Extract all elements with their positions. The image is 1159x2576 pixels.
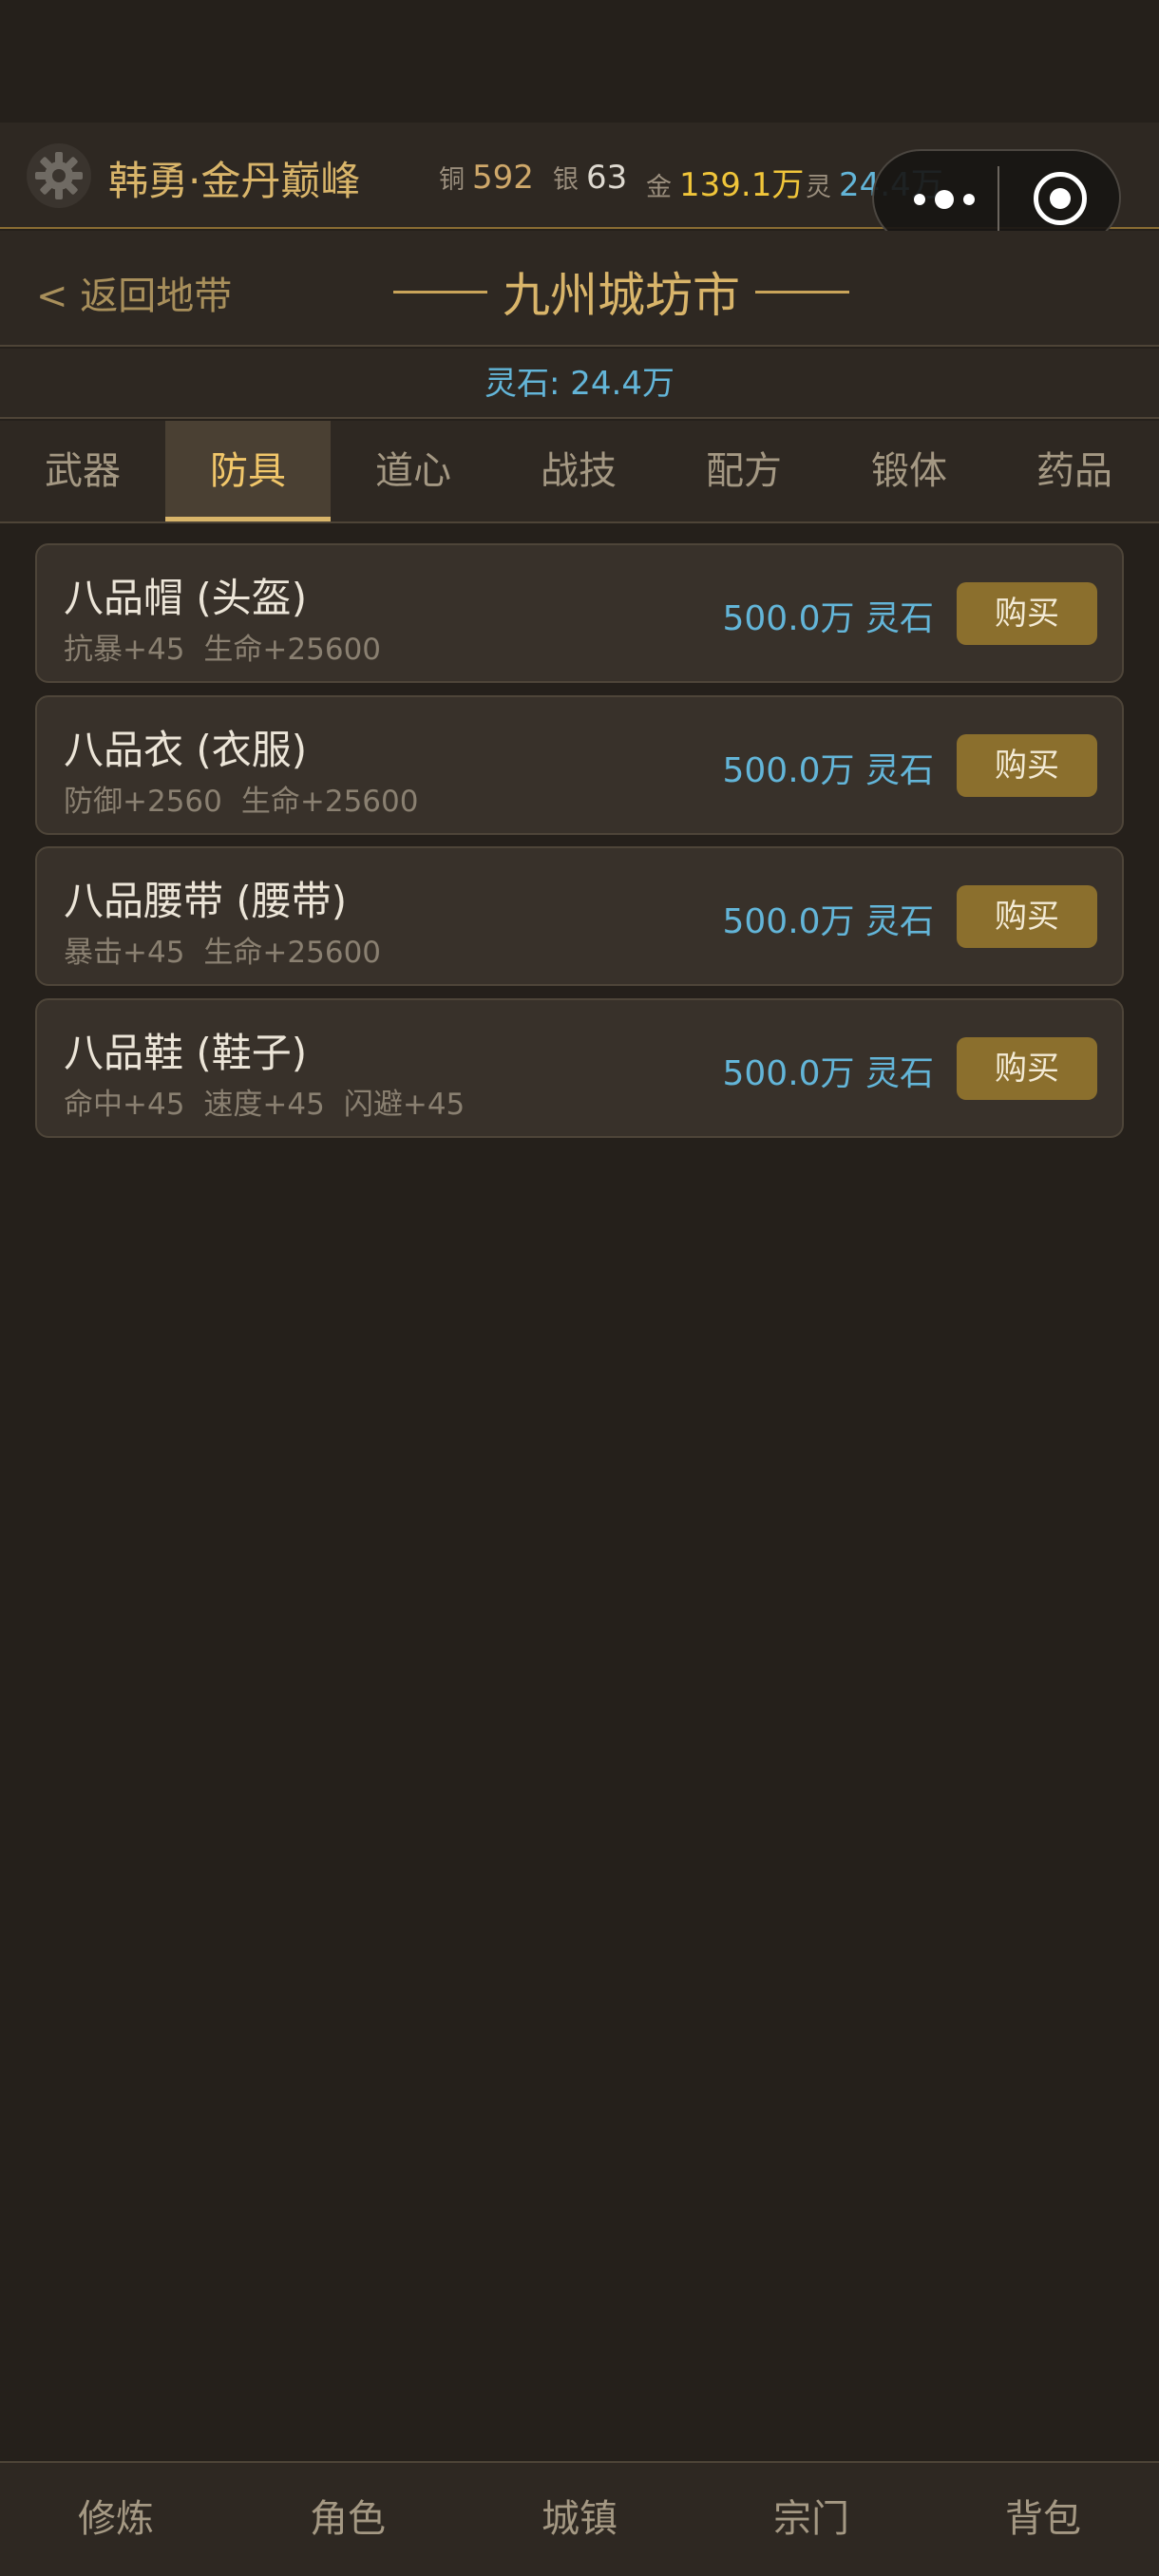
item-stat: 防御+2560	[64, 785, 222, 819]
nav-backpack[interactable]: 背包	[927, 2463, 1159, 2576]
buy-button[interactable]: 购买	[957, 885, 1097, 948]
back-button[interactable]: < 返回地带	[36, 265, 232, 320]
item-price: 500.0万 灵石	[722, 902, 934, 941]
item-stat: 闪避+45	[343, 1088, 466, 1122]
item-stats: 命中+45 速度+45 闪避+45	[64, 1080, 484, 1123]
tab-body-forging[interactable]: 锻体	[826, 421, 992, 521]
more-dots-icon[interactable]	[908, 183, 980, 216]
tab-dao-heart[interactable]: 道心	[331, 421, 496, 521]
shop-item-clothes: 八品衣 (衣服) 防御+2560 生命+25600 500.0万 灵石 购买	[35, 695, 1124, 835]
item-price: 500.0万 灵石	[722, 751, 934, 790]
tab-recipes[interactable]: 配方	[661, 421, 826, 521]
item-stat: 速度+45	[203, 1088, 325, 1122]
shop-title: 九州城坊市	[393, 257, 849, 326]
title-divider-right	[755, 290, 849, 294]
item-stat: 生命+25600	[203, 633, 382, 667]
item-stat: 命中+45	[64, 1088, 185, 1122]
item-name: 八品帽 (头盔)	[64, 575, 308, 621]
item-stat: 抗暴+45	[64, 633, 185, 667]
currency-copper: 铜 592	[439, 159, 534, 197]
item-stat: 生命+25600	[203, 936, 382, 970]
shop-item-helmet: 八品帽 (头盔) 抗暴+45 生命+25600 500.0万 灵石 购买	[35, 543, 1124, 683]
item-name: 八品衣 (衣服)	[64, 727, 308, 773]
player-name: 韩勇·金丹巅峰	[108, 158, 361, 204]
currency-value: 139.1万	[679, 166, 805, 204]
item-name: 八品腰带 (腰带)	[64, 878, 348, 924]
nav-town[interactable]: 城镇	[464, 2463, 695, 2576]
app-page: 韩勇·金丹巅峰 铜592 银63 金139.1万 灵24.4万 < 返回地带 九…	[0, 0, 1159, 2576]
currency-value: 63	[586, 159, 628, 197]
bottom-nav: 修炼 角色 城镇 宗门 背包	[0, 2461, 1159, 2576]
spirit-stone-balance: 灵石: 24.4万	[0, 349, 1159, 419]
status-bar-area	[0, 0, 1159, 123]
target-circle-icon[interactable]	[1034, 172, 1087, 225]
tab-armor[interactable]: 防具	[165, 421, 331, 521]
item-stats: 暴击+45 生命+25600	[64, 928, 400, 971]
gear-icon[interactable]	[27, 143, 91, 208]
currency-gold: 金 139.1万	[646, 159, 804, 205]
title-divider-left	[393, 290, 487, 294]
currency-silver: 银 63	[553, 159, 627, 197]
item-price: 500.0万 灵石	[722, 599, 934, 638]
shop-item-belt: 八品腰带 (腰带) 暴击+45 生命+25600 500.0万 灵石 购买	[35, 846, 1124, 986]
tab-weapons[interactable]: 武器	[0, 421, 165, 521]
item-name: 八品鞋 (鞋子)	[64, 1030, 308, 1076]
item-stat: 生命+25600	[240, 785, 419, 819]
buy-button[interactable]: 购买	[957, 1037, 1097, 1100]
item-price: 500.0万 灵石	[722, 1054, 934, 1093]
shop-item-shoes: 八品鞋 (鞋子) 命中+45 速度+45 闪避+45 500.0万 灵石 购买	[35, 998, 1124, 1138]
capsule-divider	[998, 166, 999, 231]
item-stats: 抗暴+45 生命+25600	[64, 625, 400, 668]
item-stats: 防御+2560 生命+25600	[64, 777, 437, 820]
shop-title-text: 九州城坊市	[503, 268, 740, 323]
item-stat: 暴击+45	[64, 936, 185, 970]
tab-combat-skills[interactable]: 战技	[496, 421, 661, 521]
nav-sect[interactable]: 宗门	[695, 2463, 927, 2576]
buy-button[interactable]: 购买	[957, 582, 1097, 645]
currency-label: 铜	[439, 165, 465, 195]
title-bar: < 返回地带 九州城坊市	[0, 231, 1159, 347]
currency-value: 592	[472, 159, 534, 197]
category-tabs: 武器 防具 道心 战技 配方 锻体 药品	[0, 421, 1159, 523]
nav-character[interactable]: 角色	[232, 2463, 464, 2576]
tab-medicine[interactable]: 药品	[992, 421, 1157, 521]
currency-label: 灵	[806, 173, 831, 202]
buy-button[interactable]: 购买	[957, 734, 1097, 797]
nav-cultivation[interactable]: 修炼	[0, 2463, 232, 2576]
currency-label: 金	[646, 173, 672, 202]
currency-label: 银	[553, 165, 579, 195]
